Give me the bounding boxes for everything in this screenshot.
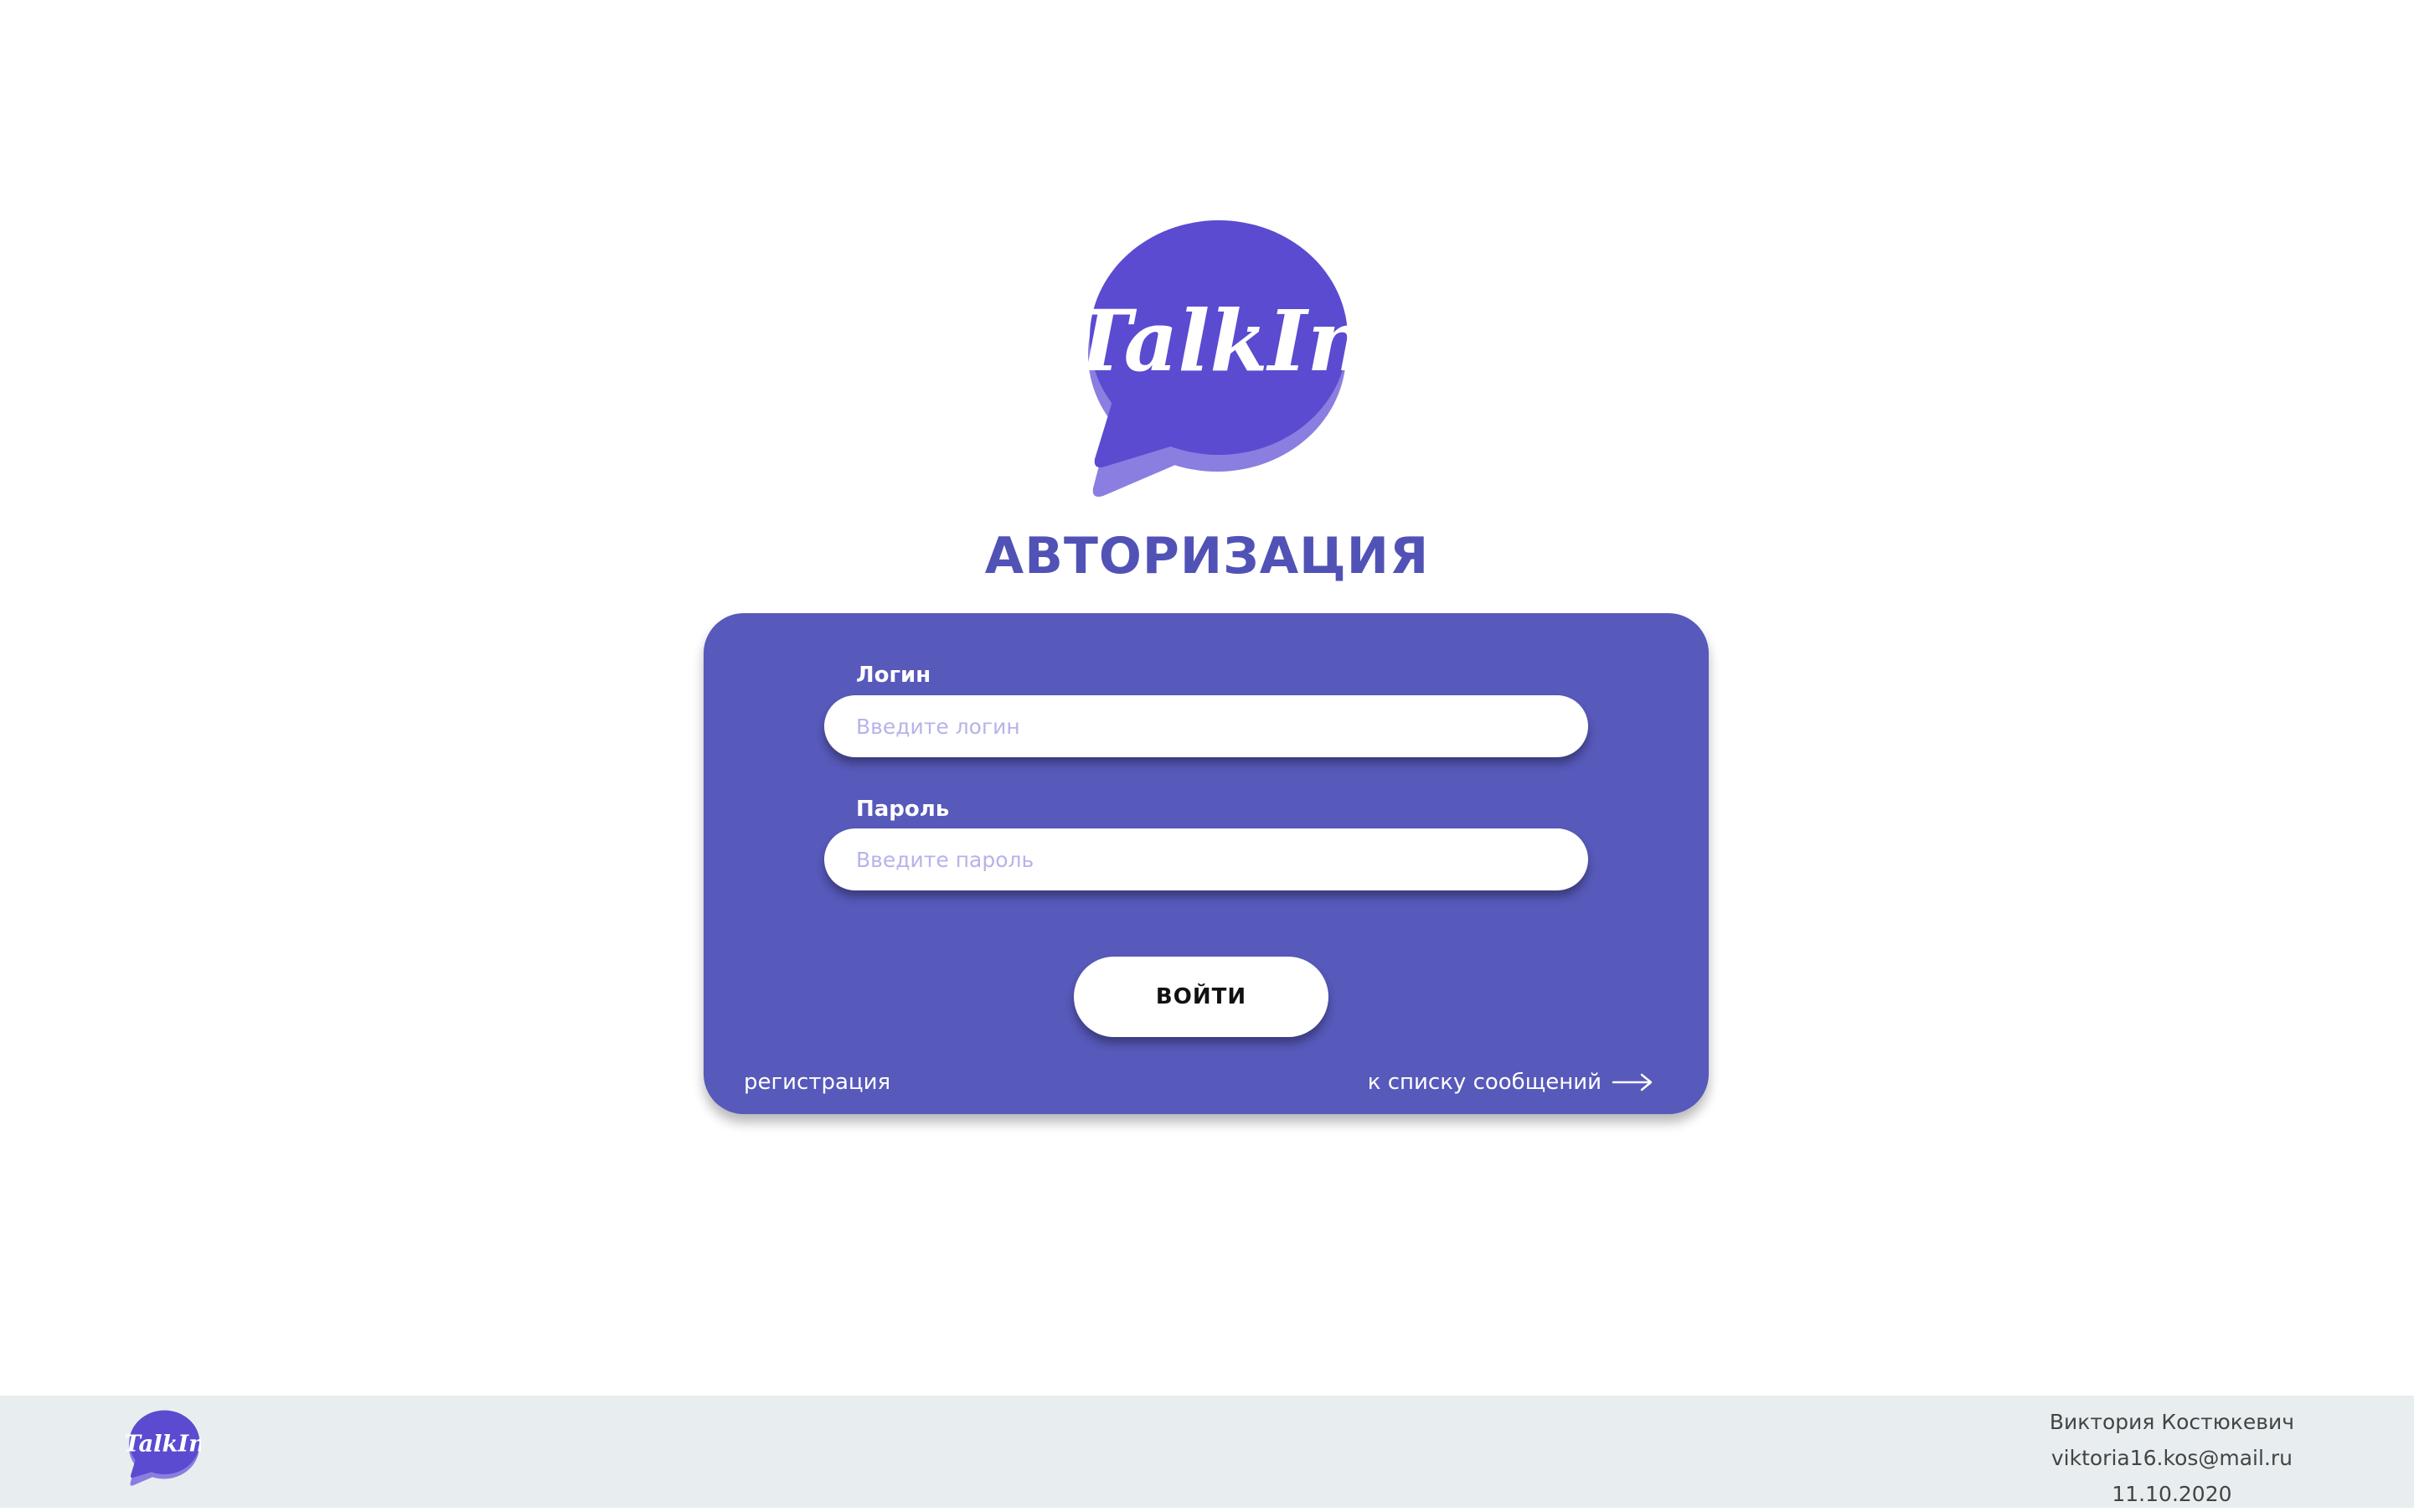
footer-date: 11.10.2020 — [2112, 1482, 2232, 1506]
footer-logo-wordmark: TalkIn — [126, 1430, 201, 1457]
password-input[interactable] — [824, 828, 1588, 890]
author-name: Виктория Костюкевич — [2049, 1410, 2294, 1434]
brand-logo: TalkIn — [1076, 216, 1353, 509]
messages-list-link[interactable]: к списку сообщений — [1368, 1069, 1653, 1096]
login-label: Логин — [856, 663, 931, 688]
login-submit-button[interactable]: ВОЙТИ — [1074, 957, 1328, 1037]
speech-bubble-logo-icon: TalkIn — [1076, 220, 1353, 497]
arrow-right-icon — [1612, 1073, 1653, 1091]
footer: TalkIn Виктория Костюкевич viktoria16.ko… — [0, 1396, 2414, 1508]
logo-wordmark: TalkIn — [1076, 292, 1353, 390]
auth-form-card: Логин Пароль ВОЙТИ регистрация к списку … — [704, 613, 1709, 1114]
register-link[interactable]: регистрация — [744, 1069, 890, 1096]
password-label: Пароль — [856, 797, 950, 822]
login-input[interactable] — [824, 695, 1588, 757]
footer-info: Виктория Костюкевич viktoria16.kos@mail.… — [2050, 1404, 2294, 1512]
page-title: АВТОРИЗАЦИЯ — [984, 527, 1430, 586]
author-email: viktoria16.kos@mail.ru — [2050, 1446, 2293, 1470]
messages-list-link-label: к списку сообщений — [1367, 1070, 1602, 1095]
footer-logo: TalkIn — [124, 1407, 205, 1491]
speech-bubble-logo-icon: TalkIn — [124, 1410, 205, 1486]
